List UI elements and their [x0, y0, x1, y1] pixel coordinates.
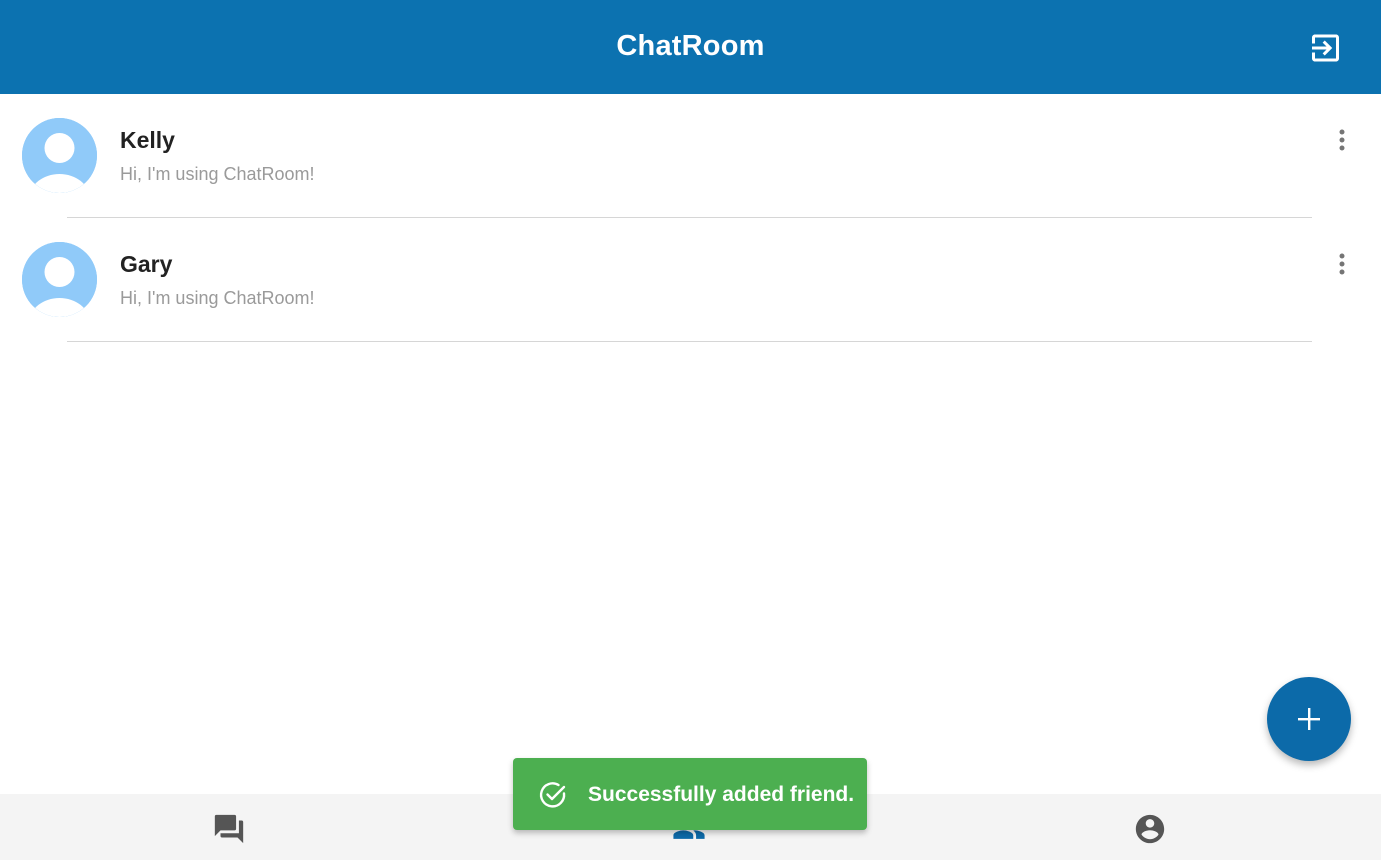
- check-circle-icon: [539, 782, 566, 808]
- friend-name: Kelly: [120, 127, 175, 153]
- account-circle-icon: [1135, 814, 1165, 844]
- logout-button[interactable]: [1309, 30, 1345, 66]
- friend-list-item[interactable]: Kelly Hi, I'm using ChatRoom!: [0, 94, 1381, 218]
- friend-list-item[interactable]: Gary Hi, I'm using ChatRoom!: [0, 218, 1381, 342]
- default-avatar-icon: [22, 242, 97, 317]
- friend-name: Gary: [120, 251, 173, 277]
- plus-icon: [1298, 708, 1320, 730]
- default-avatar-icon: [22, 118, 97, 193]
- more-vert-icon: [1339, 253, 1345, 275]
- nav-item-profile[interactable]: [920, 794, 1380, 860]
- nav-item-chats[interactable]: [0, 794, 460, 860]
- success-snackbar: Successfully added friend.: [513, 758, 867, 830]
- snackbar-message: Successfully added friend.: [588, 783, 855, 806]
- avatar: [22, 118, 97, 193]
- app-title: ChatRoom: [616, 30, 765, 62]
- list-divider: [67, 341, 1312, 342]
- forum-icon: [214, 814, 244, 844]
- friend-menu-button[interactable]: [1328, 126, 1356, 154]
- friend-status: Hi, I'm using ChatRoom!: [120, 288, 315, 308]
- friend-menu-button[interactable]: [1328, 250, 1356, 278]
- app-bar: ChatRoom: [0, 0, 1381, 94]
- exit-to-app-icon: [1312, 34, 1339, 62]
- more-vert-icon: [1339, 129, 1345, 151]
- avatar: [22, 242, 97, 317]
- friend-list: Kelly Hi, I'm using ChatRoom! Gary Hi, I…: [0, 94, 1381, 342]
- add-friend-button[interactable]: [1267, 677, 1351, 761]
- friend-status: Hi, I'm using ChatRoom!: [120, 164, 315, 184]
